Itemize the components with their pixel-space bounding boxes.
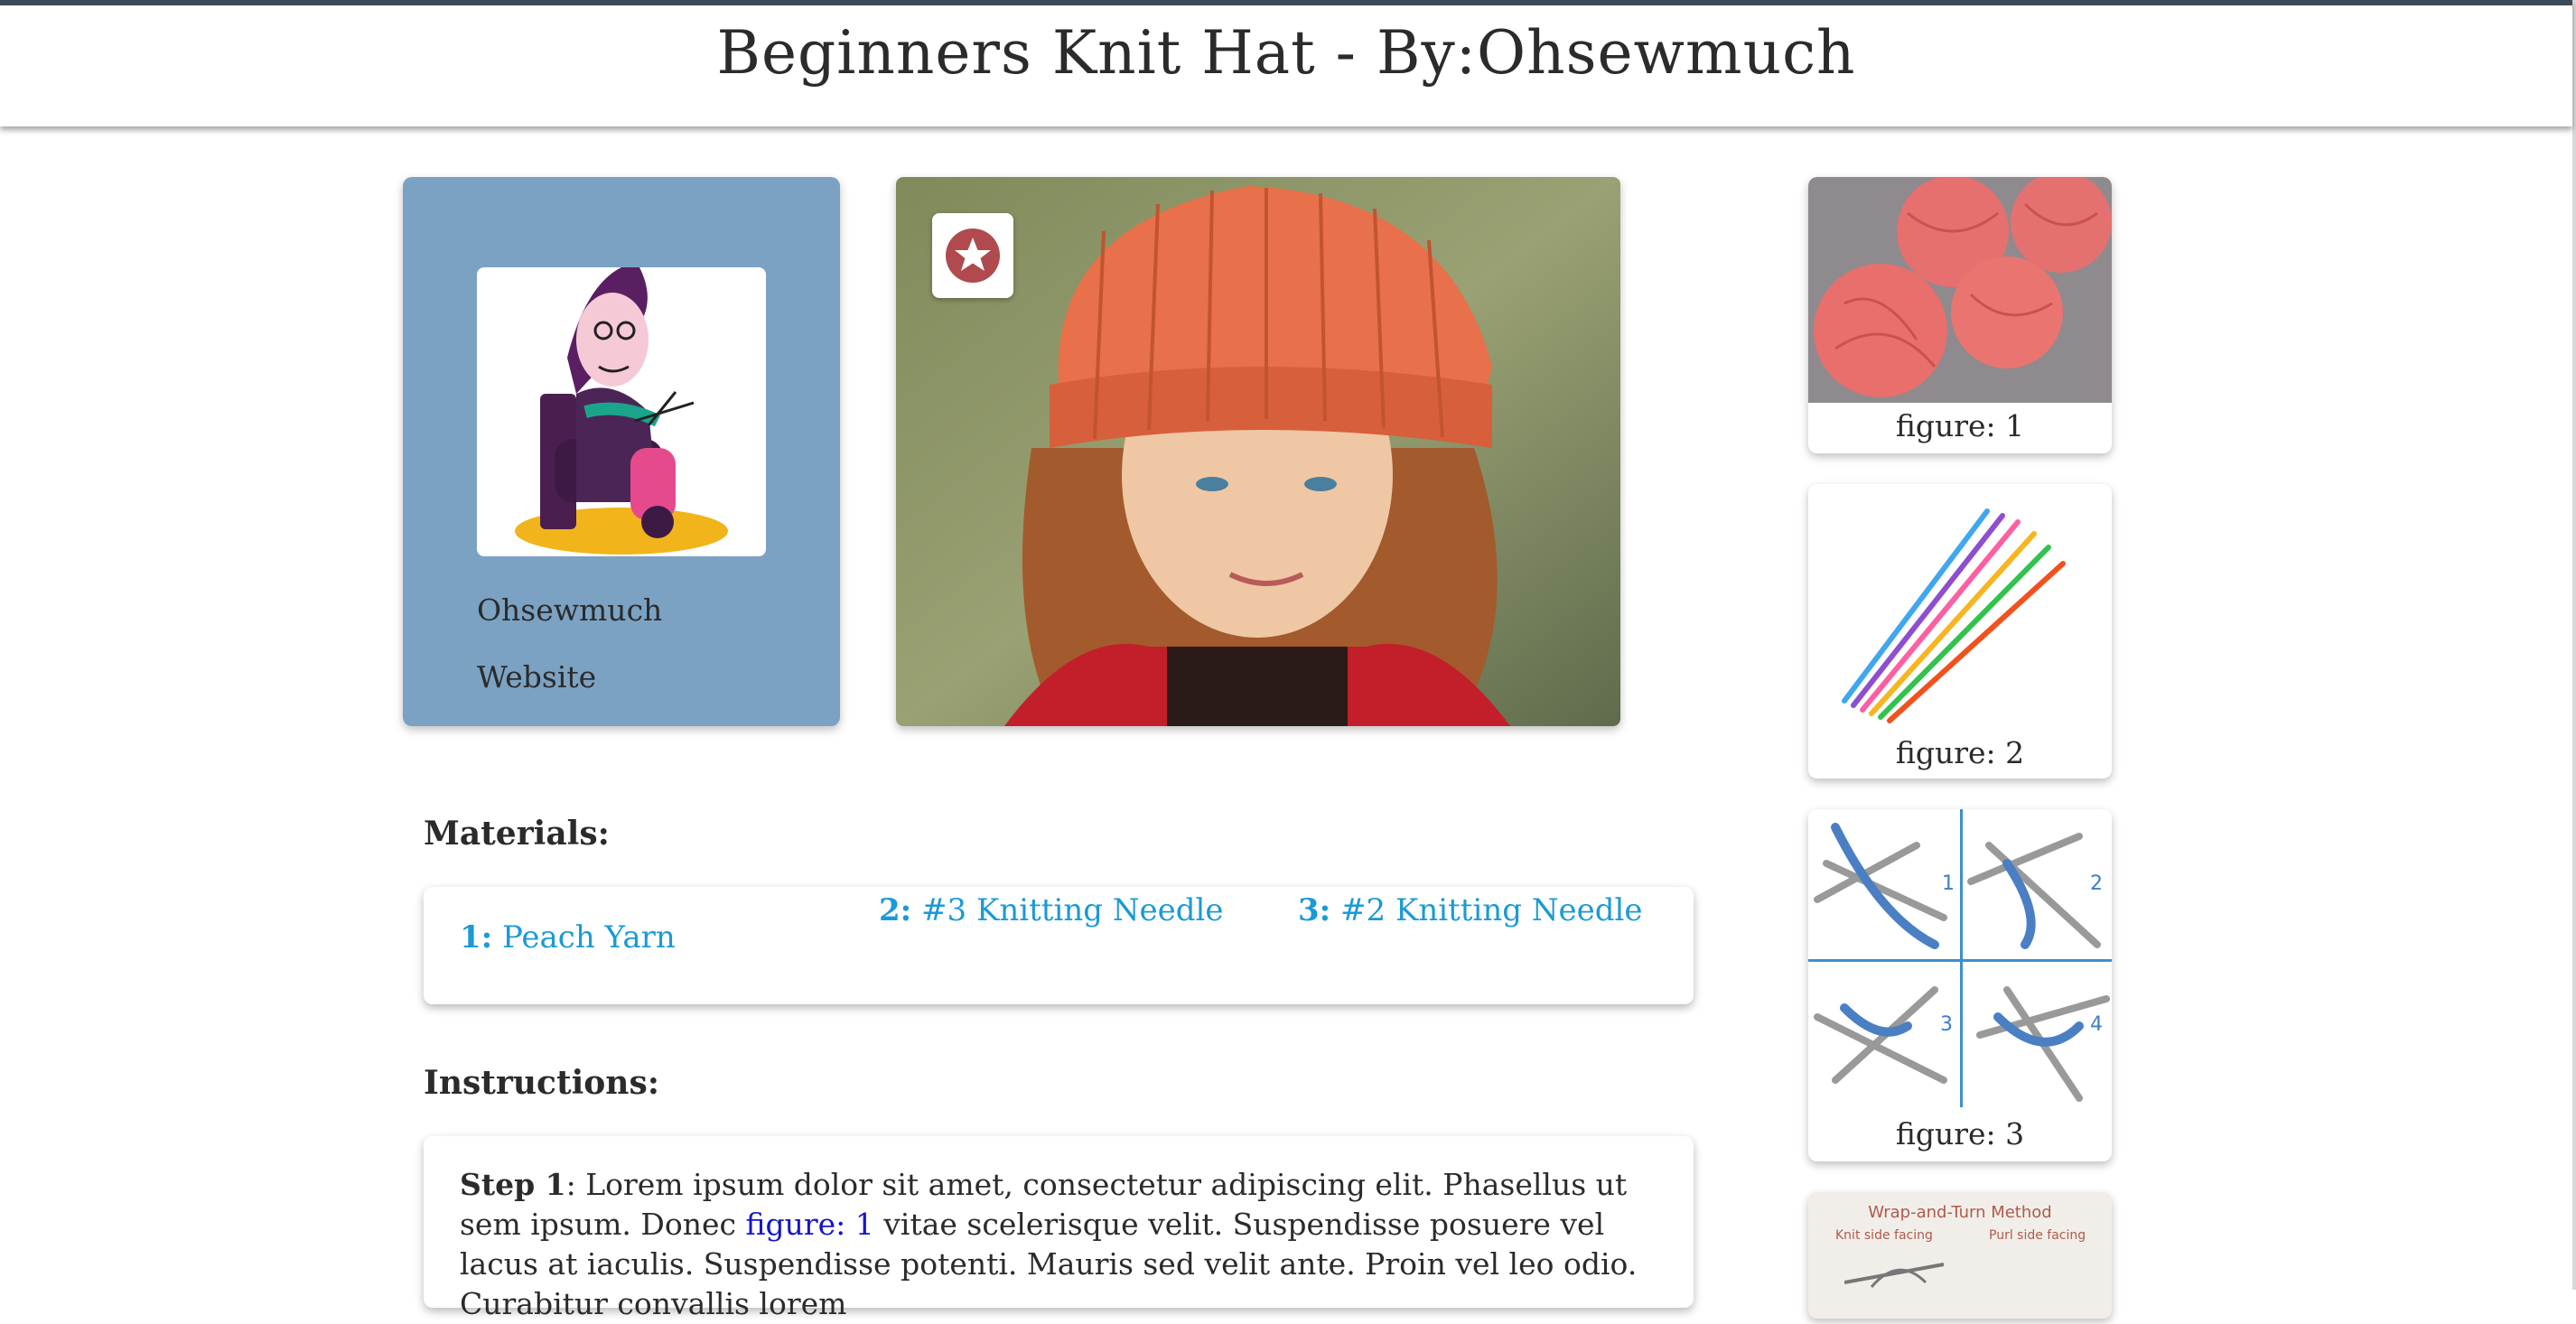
- diagram-divider: [1808, 959, 2112, 962]
- material-number: 1:: [460, 919, 493, 956]
- material-item-3[interactable]: 3: #2 Knitting Needle: [1298, 892, 1643, 928]
- author-website-link[interactable]: Website: [477, 659, 596, 695]
- figure-title: Wrap-and-Turn Method: [1868, 1203, 2052, 1222]
- instructions-heading: Instructions:: [424, 1064, 660, 1102]
- material-label: Peach Yarn: [502, 919, 676, 956]
- materials-heading: Materials:: [424, 815, 610, 853]
- material-label: #2 Knitting Needle: [1340, 892, 1643, 928]
- figure-caption: figure: 1: [1895, 408, 2025, 443]
- figure-card-3[interactable]: 1 2 3 4 figure: 3: [1808, 809, 2112, 1161]
- favorite-button[interactable]: [932, 213, 1013, 298]
- figure-card-2[interactable]: figure: 2: [1808, 484, 2112, 779]
- diagram-label: 3: [1940, 1013, 1953, 1036]
- author-profile-card: Ohsewmuch Website: [403, 177, 840, 726]
- author-avatar: [477, 267, 766, 556]
- page-header: Beginners Knit Hat - By:Ohsewmuch: [0, 0, 2572, 126]
- diagram-label: 1: [1942, 872, 1955, 895]
- figure-subtitle: Purl side facing: [1989, 1228, 2086, 1243]
- step-1-text: Step 1: Lorem ipsum dolor sit amet, cons…: [460, 1165, 1661, 1324]
- instructions-card: Step 1: Lorem ipsum dolor sit amet, cons…: [424, 1136, 1694, 1321]
- figure-subtitle: Knit side facing: [1835, 1228, 1933, 1243]
- material-item-1[interactable]: 1: Peach Yarn: [460, 919, 676, 956]
- figure-caption: figure: 3: [1895, 1116, 2025, 1152]
- figure-link[interactable]: figure: 1: [745, 1207, 873, 1242]
- materials-list: 1: Peach Yarn 2: #3 Knitting Needle 3: #…: [424, 887, 1694, 1004]
- wrap-turn-diagram-icon: [1844, 1263, 1945, 1288]
- scrollbar-track[interactable]: [2572, 0, 2576, 1290]
- material-label: #3 Knitting Needle: [921, 892, 1224, 928]
- material-number: 3:: [1298, 892, 1331, 928]
- yarn-balls-image: [1808, 177, 2112, 403]
- figure-card-4[interactable]: Wrap-and-Turn Method Knit side facing Pu…: [1808, 1192, 2112, 1319]
- author-name: Ohsewmuch: [477, 592, 663, 628]
- figure-card-1[interactable]: figure: 1: [1808, 177, 2112, 453]
- figure-caption: figure: 2: [1895, 735, 2025, 770]
- diagram-label: 2: [2090, 872, 2103, 895]
- diagram-divider: [1960, 809, 1963, 1107]
- material-item-2[interactable]: 2: #3 Knitting Needle: [879, 892, 1224, 928]
- knitting-needles-image: [1808, 484, 2112, 728]
- material-number: 2:: [879, 892, 912, 928]
- diagram-label: 4: [2090, 1013, 2103, 1036]
- hero-image: [896, 177, 1620, 726]
- page-title: Beginners Knit Hat - By:Ohsewmuch: [716, 18, 1856, 88]
- step-label: Step 1: [460, 1167, 566, 1202]
- star-icon: [946, 228, 1000, 283]
